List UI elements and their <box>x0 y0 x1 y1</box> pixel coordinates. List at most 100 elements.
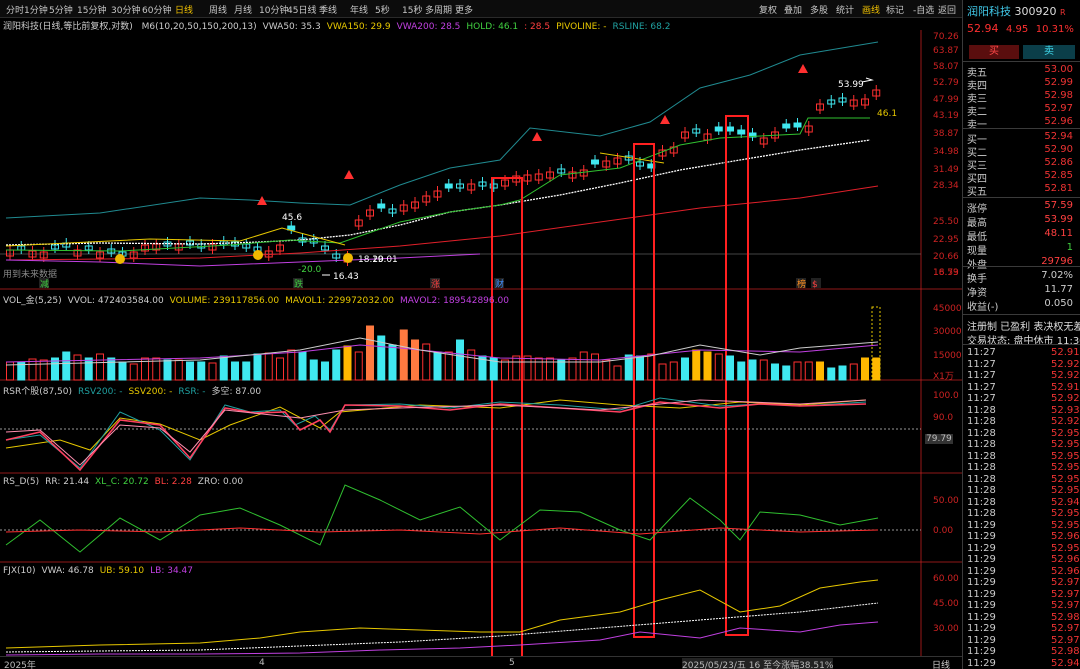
volume-bar <box>186 361 194 381</box>
tick-row: 11:28 52.95 <box>967 462 1080 473</box>
stat-row: 现量 1 <box>967 242 1079 257</box>
sell-button[interactable]: 卖 <box>1023 45 1075 59</box>
bid-row[interactable]: 买三 52.86 <box>967 157 1079 172</box>
tick-price: 52.96 <box>1051 565 1080 577</box>
volume-bar <box>737 361 746 381</box>
y-tick-label: 20.66 <box>933 252 959 262</box>
bid-price: 52.86 <box>1044 157 1073 168</box>
tick-time: 11:28 <box>967 404 996 416</box>
ask-row[interactable]: 卖五 53.00 <box>967 64 1079 79</box>
indicator-value: BL: 2.28 <box>154 477 192 487</box>
volume-bar <box>422 343 431 381</box>
tick-row: 11:28 52.95 <box>967 474 1080 485</box>
tick-price: 52.95 <box>1051 439 1080 450</box>
tick-row: 11:27 52.92 <box>967 393 1080 404</box>
tick-row: 11:27 52.91 <box>967 382 1080 393</box>
indicator-value: VWA: 46.78 <box>41 566 94 576</box>
y-tick-label: 34.98 <box>933 147 959 157</box>
bid-row[interactable]: 买四 52.85 <box>967 170 1079 185</box>
price-annotation: 45.6 <box>282 213 302 223</box>
hold-line <box>5 117 870 252</box>
volume-bar <box>872 357 881 381</box>
volume-bar <box>557 359 566 381</box>
volume-bar <box>827 367 836 381</box>
volume-bar <box>321 361 329 381</box>
tick-row: 11:28 52.92 <box>967 416 1080 427</box>
tick-price: 52.95 <box>1051 450 1080 462</box>
volume-bar <box>62 351 71 381</box>
volume-bar <box>174 359 183 381</box>
ask-row[interactable]: 卖二 52.97 <box>967 103 1079 118</box>
y-tick-label: 28.34 <box>933 181 959 191</box>
volume-bar <box>602 359 611 381</box>
x-label-apr: 4 <box>259 658 265 668</box>
signal-triangle <box>344 170 354 179</box>
indicator-value: RSR: - <box>178 387 206 397</box>
stat-value: 11.77 <box>1044 284 1073 295</box>
tick-row: 11:29 52.97 <box>967 577 1080 588</box>
tick-price: 52.97 <box>1051 634 1080 646</box>
bid-price: 52.85 <box>1044 170 1073 181</box>
y-tick-label: 16.73 <box>933 268 959 278</box>
x-label-may: 5 <box>509 658 515 668</box>
stat-value: 1 <box>1066 242 1073 253</box>
stat-value: 0.050 <box>1044 298 1073 309</box>
candle <box>714 126 723 132</box>
tick-time: 11:28 <box>967 485 996 496</box>
stat-label: 净资 <box>967 288 987 299</box>
stat-row: 涨停 57.59 <box>967 200 1079 215</box>
last-price: 52.94 <box>967 22 999 35</box>
y-tick-label: 30.00 <box>933 624 959 634</box>
tick-time: 11:29 <box>967 542 996 554</box>
indicator-value: MAVOL2: 189542896.00 <box>400 296 509 306</box>
divider <box>962 61 1080 62</box>
volume-bar <box>253 353 262 381</box>
tick-price: 52.97 <box>1051 623 1080 634</box>
volume-bar <box>714 353 723 381</box>
volume-bar <box>197 361 206 381</box>
stat-row: 最高 53.99 <box>967 214 1079 229</box>
event-label: 榜 <box>797 278 806 290</box>
tick-price: 52.98 <box>1051 611 1080 623</box>
volume-bar <box>636 355 644 381</box>
volume-bar <box>692 349 701 381</box>
tick-row: 11:28 52.93 <box>967 404 1080 416</box>
bid-row[interactable]: 买一 52.94 <box>967 131 1079 146</box>
highlight-box <box>633 143 655 638</box>
y-tick-label: 38.87 <box>933 129 959 139</box>
price-annotation: 19.01 <box>372 255 398 265</box>
ask-row[interactable]: 卖一 52.96 <box>967 116 1079 131</box>
bid-row[interactable]: 买二 52.90 <box>967 144 1079 159</box>
bid-price: 52.81 <box>1044 183 1073 194</box>
y-tick-label: 100.0 <box>933 391 959 401</box>
bid-price: 52.94 <box>1044 131 1073 142</box>
volume-bar <box>703 351 712 381</box>
volume-bar <box>838 365 847 381</box>
volume-bar <box>96 353 104 381</box>
volume-bar <box>804 361 813 381</box>
tick-time: 11:29 <box>967 600 996 611</box>
volume-bar <box>399 329 408 381</box>
indicator-value: VVOL: 472403584.00 <box>67 296 164 306</box>
volume-bar <box>208 362 217 381</box>
bid-row[interactable]: 买五 52.81 <box>967 183 1079 198</box>
volume-bar <box>579 351 588 381</box>
rsr-pink-line <box>5 399 867 466</box>
ask-row[interactable]: 卖三 52.98 <box>967 90 1079 105</box>
ask-row[interactable]: 卖四 52.99 <box>967 77 1079 92</box>
y-tick-label: 22.95 <box>933 235 959 245</box>
candle <box>726 126 734 132</box>
volume-bar <box>276 357 284 381</box>
indicator-value: ZRO: 0.00 <box>197 477 244 487</box>
tick-time: 11:29 <box>967 623 996 634</box>
tick-price: 52.97 <box>1051 600 1080 611</box>
signal-triangle <box>798 64 808 73</box>
stat-label: 收益(-) <box>967 302 999 313</box>
tick-price: 52.95 <box>1051 462 1080 473</box>
volume-bar <box>546 357 554 381</box>
y-tick-label: 43.19 <box>933 111 959 121</box>
volume-bar <box>366 325 374 381</box>
indicator-value: XL_C: 20.72 <box>95 477 149 487</box>
buy-button[interactable]: 买 <box>969 45 1019 59</box>
indicator-value: MAVOL1: 229972032.00 <box>285 296 395 306</box>
